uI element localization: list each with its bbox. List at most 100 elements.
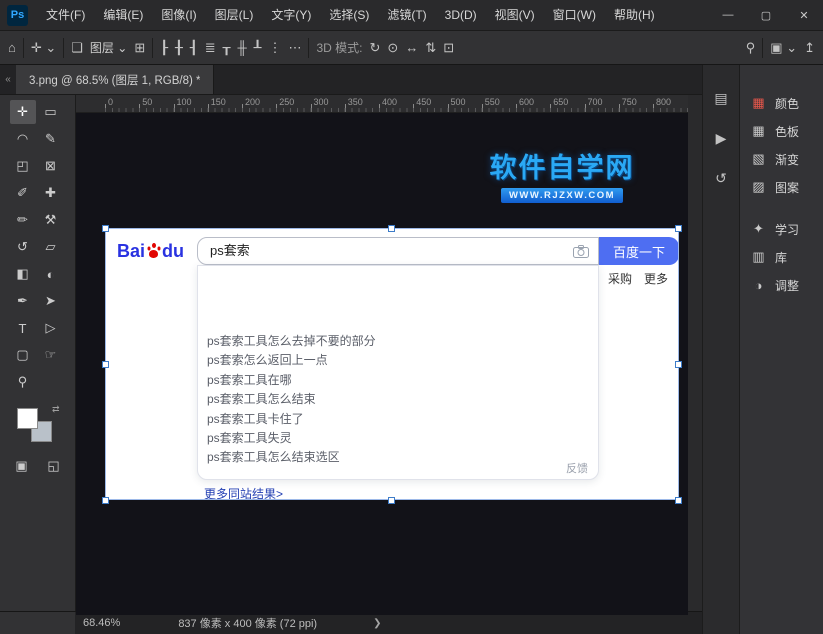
home-icon[interactable]: ⌂ (8, 41, 16, 54)
ruler-label: 100 (174, 95, 208, 112)
quick-selection-tool[interactable]: ✎ (38, 127, 64, 151)
brush-tool[interactable]: ✏ (10, 208, 36, 232)
status-bar-body: 68.46% 837 像素 x 400 像素 (72 ppi) ❯ (75, 612, 702, 634)
patterns-panel-icon: ▨ (751, 179, 766, 195)
align-middle-icon[interactable]: ╫ (237, 41, 246, 54)
marquee-tool[interactable]: ▭ (38, 100, 64, 124)
horizontal-ruler[interactable]: 0501001502002503003504004505005506006507… (76, 95, 688, 113)
menu-item[interactable]: 选择(S) (320, 0, 378, 30)
selection-handle[interactable] (102, 361, 109, 368)
layer-image[interactable]: Bai du ps套索 (105, 228, 679, 500)
healing-brush-tool[interactable]: ✚ (38, 181, 64, 205)
3d-roll-icon[interactable]: ⊙ (387, 41, 398, 54)
foreground-color-swatch[interactable] (17, 408, 38, 429)
panel-item[interactable]: ▨ 图案 (740, 173, 823, 201)
menu-item[interactable]: 编辑(E) (94, 0, 152, 30)
dodge-tool[interactable]: ◐ (38, 262, 64, 286)
properties-panel-icon[interactable]: ▤ (714, 90, 727, 107)
canvas-area: 0501001502002503003504004505005506006507… (76, 95, 702, 611)
share-icon[interactable]: ↥ (804, 41, 815, 54)
type-tool[interactable]: T (10, 316, 36, 340)
move-tool[interactable]: ✛ (10, 100, 36, 124)
photoshop-logo[interactable]: Ps (7, 5, 28, 26)
document-tab[interactable]: 3.png @ 68.5% (图层 1, RGB/8) * (16, 65, 214, 94)
menu-item[interactable]: 帮助(H) (605, 0, 664, 30)
align-top-icon[interactable]: ┰ (223, 41, 231, 54)
menu-item[interactable]: 滤镜(T) (378, 0, 435, 30)
ruler-label: 50 (139, 95, 173, 112)
align-center-icon[interactable]: ╂ (175, 41, 183, 54)
collapsed-panels-strip: ▤ ▶ ↺ (702, 65, 739, 634)
move-tool-options-icon[interactable]: ✛ ⌄ (31, 41, 56, 54)
search-icon[interactable]: ⚲ (746, 41, 756, 54)
swap-colors-icon[interactable]: ⇄ (52, 404, 60, 415)
main-menu: 文件(F)编辑(E)图像(I)图层(L)文字(Y)选择(S)滤镜(T)3D(D)… (37, 0, 664, 30)
tools-panel: ✛▭◠✎◰⊠✐✚✏⚒↺▱◧◐✒➤T▷▢☞⚲ ⇄ ▣ ◱ (0, 95, 76, 611)
pen-tool[interactable]: ✒ (10, 289, 36, 313)
canvas-document[interactable]: 软件自学网 WWW.RJZXW.COM Bai du ps套索 (76, 113, 688, 615)
align-right-icon[interactable]: ┨ (190, 41, 198, 54)
panel-item[interactable]: ▦ 色板 (740, 117, 823, 145)
panel-item[interactable]: ◑ 调整 (740, 271, 823, 299)
workspace-switcher-icon[interactable]: ▣ ⌄ (770, 41, 797, 54)
maximize-button[interactable]: ▢ (747, 0, 785, 30)
layer-select-dropdown[interactable]: 图层 ⌄ (90, 42, 127, 54)
menu-item[interactable]: 窗口(W) (544, 0, 605, 30)
distribute-spacing-icon[interactable]: ⋮ (268, 41, 281, 54)
selection-handle[interactable] (388, 225, 395, 232)
distribute-horizontal-icon[interactable]: ≣ (205, 41, 216, 54)
collapse-panels-icon[interactable]: « (0, 65, 16, 94)
direct-selection-tool[interactable]: ▷ (38, 316, 64, 340)
align-left-icon[interactable]: ┠ (160, 41, 168, 54)
close-button[interactable]: ✕ (785, 0, 823, 30)
selection-handle[interactable] (102, 497, 109, 504)
align-bottom-icon[interactable]: ┸ (254, 41, 262, 54)
menu-item[interactable]: 文件(F) (37, 0, 94, 30)
suggestion-item: ps套索工具怎么结束选区 (198, 448, 598, 467)
zoom-tool[interactable]: ⚲ (10, 370, 36, 394)
selection-handle[interactable] (675, 497, 682, 504)
screen-mode-icon[interactable]: ◱ (44, 454, 64, 478)
3d-scale-icon[interactable]: ⊡ (443, 41, 454, 54)
zoom-level-field[interactable]: 68.46% (83, 617, 120, 629)
ruler-label: 150 (208, 95, 242, 112)
crop-tool[interactable]: ◰ (10, 154, 36, 178)
panel-item[interactable]: ▦ 颜色 (740, 89, 823, 117)
status-options-chevron[interactable]: ❯ (373, 618, 381, 629)
menu-item[interactable]: 图像(I) (152, 0, 205, 30)
options-divider (152, 38, 153, 58)
history-brush-tool[interactable]: ↺ (10, 235, 36, 259)
photoshop-window: Ps 文件(F)编辑(E)图像(I)图层(L)文字(Y)选择(S)滤镜(T)3D… (0, 0, 823, 634)
eraser-tool[interactable]: ▱ (38, 235, 64, 259)
3d-rotate-icon[interactable]: ↻ (370, 41, 381, 54)
selection-handle[interactable] (675, 225, 682, 232)
menu-item[interactable]: 文字(Y) (262, 0, 320, 30)
eyedropper-tool[interactable]: ✐ (10, 181, 36, 205)
lasso-tool[interactable]: ◠ (10, 127, 36, 151)
hand-tool[interactable]: ☞ (38, 343, 64, 367)
menu-item[interactable]: 视图(V) (486, 0, 544, 30)
history-panel-icon[interactable]: ↺ (715, 170, 727, 187)
frame-tool[interactable]: ⊠ (38, 154, 64, 178)
more-align-options-icon[interactable]: ⋯ (288, 41, 301, 54)
panel-item[interactable]: ✦ 学习 (740, 215, 823, 243)
selection-handle[interactable] (388, 497, 395, 504)
path-selection-tool[interactable]: ➤ (38, 289, 64, 313)
panel-item[interactable]: ▧ 渐变 (740, 145, 823, 173)
panel-item[interactable]: ▥ 库 (740, 243, 823, 271)
suggestion-item: ps套索怎么返回上一点 (198, 351, 598, 370)
menu-item[interactable]: 3D(D) (436, 0, 486, 30)
3d-drag-icon[interactable]: ↔ (405, 41, 418, 54)
clone-stamp-tool[interactable]: ⚒ (38, 208, 64, 232)
3d-slide-icon[interactable]: ⇅ (425, 41, 436, 54)
selection-handle[interactable] (102, 225, 109, 232)
transform-controls-icon[interactable]: ⊞ (134, 41, 145, 54)
auto-select-icon[interactable]: ❏ (71, 41, 83, 54)
selection-handle[interactable] (675, 361, 682, 368)
actions-panel-icon[interactable]: ▶ (716, 130, 727, 147)
quick-mask-icon[interactable]: ▣ (12, 454, 32, 478)
rectangle-tool[interactable]: ▢ (10, 343, 36, 367)
minimize-button[interactable]: — (709, 0, 747, 30)
menu-item[interactable]: 图层(L) (206, 0, 263, 30)
gradient-tool[interactable]: ◧ (10, 262, 36, 286)
